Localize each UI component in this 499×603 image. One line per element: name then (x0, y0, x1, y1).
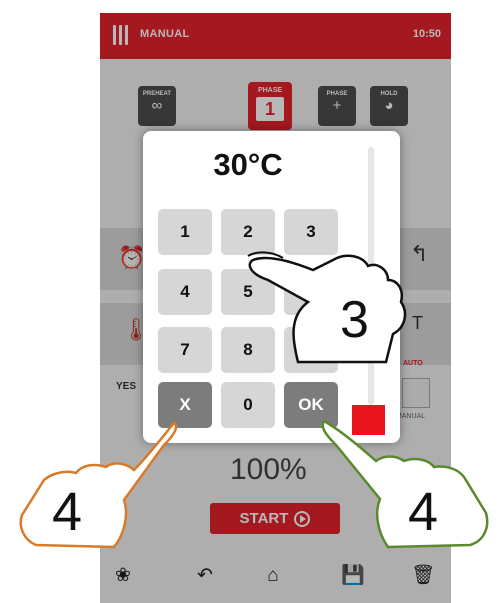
key-4[interactable]: 4 (158, 269, 212, 315)
key-7[interactable]: 7 (158, 327, 212, 373)
pointing-hand-step-4-right: 4 (321, 419, 489, 549)
step-4-left-number: 4 (52, 482, 82, 542)
step-4-right-number: 4 (408, 482, 438, 542)
key-0[interactable]: 0 (221, 382, 275, 428)
step-3-number: 3 (340, 291, 369, 349)
temperature-display: 30°C (213, 147, 283, 182)
key-1[interactable]: 1 (158, 209, 212, 255)
pointing-hand-step-3: 3 (247, 251, 407, 364)
pointing-hand-step-4-left: 4 (19, 421, 178, 549)
